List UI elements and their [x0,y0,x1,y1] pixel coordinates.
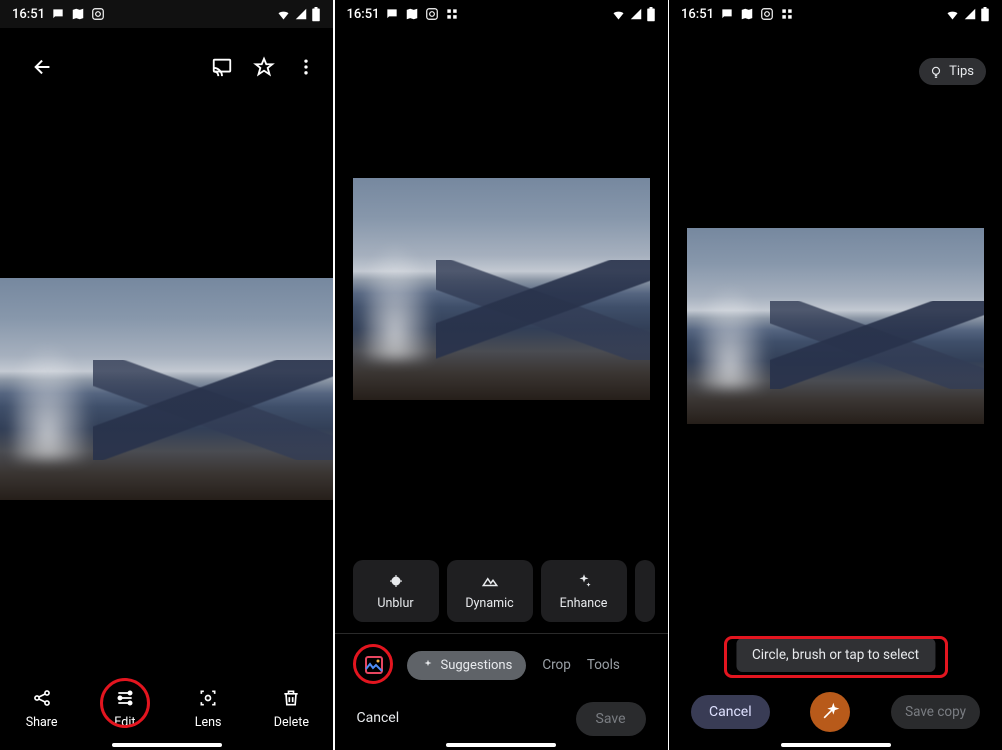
chip-unblur[interactable]: Unblur [353,560,439,622]
battery-icon [311,7,321,22]
edit-toolbar: Suggestions Crop Tools [335,648,668,682]
tips-button[interactable]: Tips [919,58,986,85]
status-bar: 16:51 [0,0,333,28]
suggestion-chips: Unblur Dynamic Enhance [335,560,668,622]
status-time: 16:51 [347,7,380,22]
tab-label: Suggestions [441,658,513,673]
edit-button[interactable]: Edit [95,687,155,730]
battery-icon [646,7,656,22]
cast-icon[interactable] [209,54,235,80]
cancel-button[interactable]: Cancel [357,710,400,726]
wifi-icon [276,7,291,22]
apps-icon [445,7,459,21]
screen-edit: 16:51 Unblur Dynamic [335,0,668,750]
dynamic-icon [481,572,499,590]
cancel-button[interactable]: Cancel [691,695,770,729]
tab-suggestions[interactable]: Suggestions [407,651,527,680]
chip-more[interactable] [635,560,655,622]
trash-icon [280,687,302,709]
star-icon[interactable] [251,54,277,80]
more-icon[interactable] [293,54,319,80]
lens-label: Lens [195,715,222,730]
share-icon [31,687,53,709]
map-icon [740,7,754,21]
map-icon [71,7,85,21]
save-copy-button[interactable]: Save copy [891,695,980,729]
highlight-rect [724,636,948,678]
highlight-circle [353,644,393,684]
unblur-icon [387,572,405,590]
signal-icon [294,7,308,21]
photo-content[interactable] [0,278,333,500]
share-button[interactable]: Share [12,687,72,730]
nav-handle[interactable] [112,743,222,747]
tab-tools[interactable]: Tools [587,657,620,673]
signal-icon [963,7,977,21]
wifi-icon [611,7,626,22]
screen-photo-view: 16:51 Share [0,0,333,750]
enhance-icon [575,572,593,590]
chip-label: Unblur [377,596,413,611]
chip-label: Dynamic [465,596,513,611]
magic-editor-button[interactable] [357,648,391,682]
tab-crop[interactable]: Crop [542,657,571,673]
camera-icon [760,7,774,21]
highlight-circle [100,678,150,728]
photo-top-bar [0,54,333,80]
save-button[interactable]: Save [576,702,646,736]
status-time: 16:51 [681,7,714,22]
signal-icon [629,7,643,21]
nav-handle[interactable] [446,743,556,747]
wifi-icon [945,7,960,22]
screen-magic-editor: 16:51 Tips Circle, brush or tap to selec… [669,0,1002,750]
tips-label: Tips [949,64,974,79]
share-label: Share [26,715,58,730]
back-button[interactable] [30,54,56,80]
status-bar: 16:51 [669,0,1002,28]
delete-button[interactable]: Delete [261,687,321,730]
chat-icon [720,7,734,21]
lens-button[interactable]: Lens [178,687,238,730]
apps-icon [780,7,794,21]
chat-icon [51,7,65,21]
chip-enhance[interactable]: Enhance [541,560,627,622]
camera-icon [91,7,105,21]
battery-icon [980,7,990,22]
chip-dynamic[interactable]: Dynamic [447,560,533,622]
status-time: 16:51 [12,7,45,22]
separator [335,633,668,634]
chip-label: Enhance [560,596,608,611]
photo-content[interactable] [353,178,650,400]
camera-icon [425,7,439,21]
chat-icon [385,7,399,21]
bottom-action-bar: Share Edit Lens Delete [0,687,333,730]
bottom-row: Cancel Save copy [669,692,1002,732]
magic-wand-button[interactable] [810,692,850,732]
status-bar: 16:51 [335,0,668,28]
nav-handle[interactable] [781,743,891,747]
map-icon [405,7,419,21]
photo-content[interactable] [687,228,984,424]
delete-label: Delete [274,715,309,730]
lens-icon [197,687,219,709]
